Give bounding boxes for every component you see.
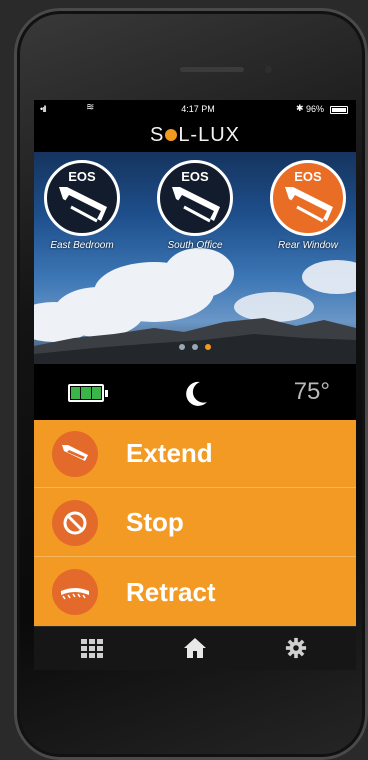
- app-logo: S L-LUX: [34, 118, 356, 152]
- logo-text-left: S: [149, 123, 165, 146]
- location-icon: EOS: [44, 160, 120, 236]
- extend-label: Extend: [126, 438, 213, 468]
- location-carousel[interactable]: EOS East Bedroom EOS South Office EOS Re…: [34, 152, 356, 364]
- awning-icon: [285, 187, 333, 223]
- bluetooth-icon: ✱: [296, 103, 304, 113]
- stop-icon: [52, 499, 98, 546]
- logo-text-right: L-LUX: [178, 123, 241, 146]
- status-battery-icon: [330, 106, 348, 114]
- cloud-decoration: [302, 260, 356, 294]
- stop-label: Stop: [126, 507, 184, 537]
- wifi-icon: ≋: [86, 102, 95, 113]
- signal-icon: •ıll: [40, 104, 47, 114]
- home-icon[interactable]: [183, 637, 207, 659]
- awning-icon: [59, 187, 107, 223]
- page-indicator[interactable]: [179, 344, 219, 352]
- page-dot[interactable]: [179, 344, 185, 350]
- location-east-bedroom[interactable]: EOS East Bedroom: [34, 160, 132, 251]
- eos-badge: EOS: [68, 169, 96, 184]
- awning-controls: Extend Stop Retract: [34, 420, 356, 626]
- awning-icon: [172, 187, 220, 223]
- location-south-office[interactable]: EOS South Office: [145, 160, 245, 251]
- temperature-readout: 75°: [293, 378, 330, 405]
- tab-bar: [34, 626, 356, 670]
- extend-button[interactable]: Extend: [34, 420, 356, 488]
- location-name: Rear Window: [278, 240, 338, 251]
- speaker-grille: [180, 67, 244, 72]
- app-screen: •ıll ≋ 4:17 PM ✱ 96% S L-LUX EOS East Be…: [34, 100, 356, 670]
- cloud-decoration: [164, 248, 234, 298]
- retract-label: Retract: [126, 576, 216, 607]
- location-icon: EOS: [270, 160, 346, 236]
- status-bar: •ıll ≋ 4:17 PM ✱ 96%: [34, 100, 356, 118]
- eos-badge: EOS: [181, 169, 209, 184]
- location-rear-window[interactable]: EOS Rear Window: [258, 160, 356, 251]
- status-time: 4:17 PM: [181, 104, 215, 114]
- logo-sun-icon: [165, 129, 178, 141]
- location-name: East Bedroom: [50, 240, 114, 251]
- moon-icon: [186, 381, 207, 406]
- grid-icon[interactable]: [80, 637, 104, 659]
- retract-awning-icon: [52, 569, 98, 615]
- status-info-bar: 75°: [34, 364, 356, 420]
- page-dot-active[interactable]: [205, 344, 211, 350]
- mountain-decoration: [34, 318, 356, 364]
- gear-icon[interactable]: [284, 637, 308, 659]
- location-icon: EOS: [157, 160, 233, 236]
- stop-button[interactable]: Stop: [34, 489, 356, 557]
- eos-badge: EOS: [294, 169, 322, 184]
- battery-percent: 96%: [306, 104, 325, 114]
- front-camera: [265, 66, 272, 73]
- page-dot[interactable]: [192, 344, 198, 350]
- extend-awning-icon: [52, 430, 98, 477]
- location-name: South Office: [167, 240, 223, 251]
- battery-icon: [68, 384, 108, 402]
- retract-button[interactable]: Retract: [34, 558, 356, 626]
